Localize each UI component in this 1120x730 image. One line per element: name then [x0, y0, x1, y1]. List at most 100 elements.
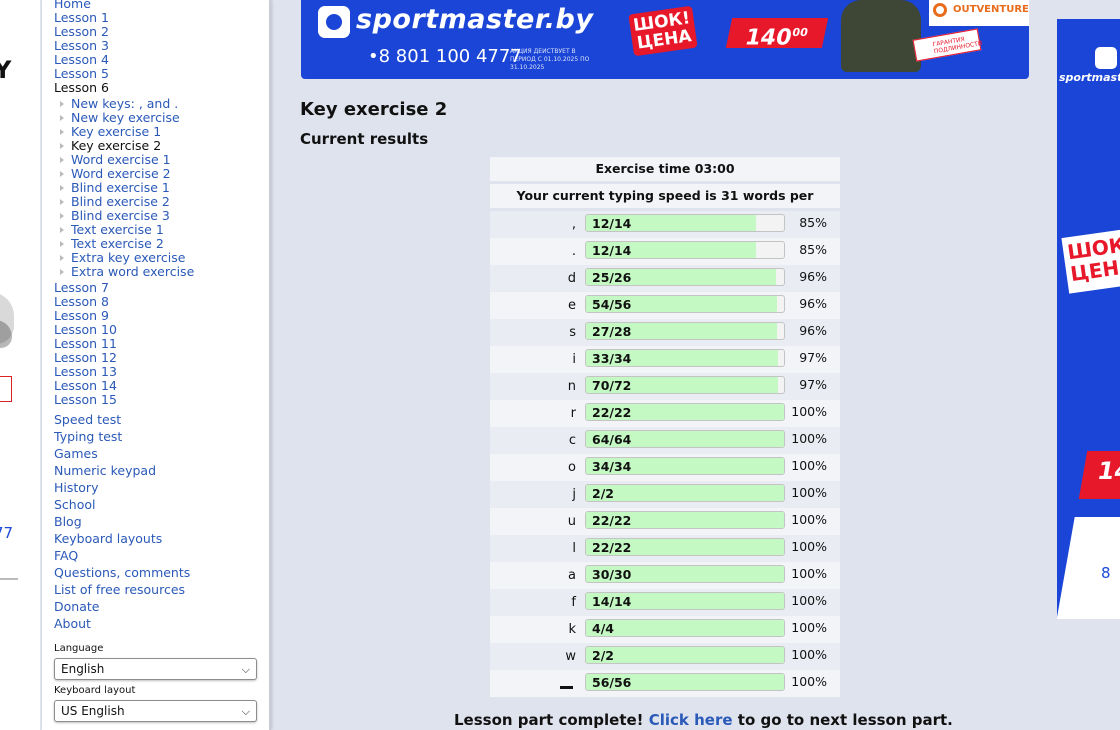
lesson-part-item[interactable]: Text exercise 1 [54, 223, 194, 237]
lesson-part-item[interactable]: Extra word exercise [54, 265, 194, 279]
language-select[interactable]: English ⌵ [54, 658, 257, 680]
sidebar-links: Speed test Typing test Games Numeric keypad… [54, 411, 190, 632]
sidebar-item-lesson-link[interactable]: Lesson 13 [54, 364, 117, 379]
sidebar-item-page[interactable]: History [54, 479, 190, 496]
lesson-part-item[interactable]: Extra key exercise [54, 251, 194, 265]
sidebar-item-lesson-link[interactable]: Lesson 15 [54, 392, 117, 407]
sidebar-item-lesson-link[interactable]: Lesson 10 [54, 322, 117, 337]
sidebar-item-page-link[interactable]: Games [54, 446, 98, 461]
sidebar-item-page-link[interactable]: School [54, 497, 96, 512]
sidebar-item-page-link[interactable]: About [54, 616, 91, 631]
lesson-part-item[interactable]: Blind exercise 1 [54, 181, 194, 195]
keyboard-layout-select[interactable]: US English ⌵ [54, 700, 257, 722]
row-percent: 100% [791, 404, 827, 419]
sidebar-item-page-link[interactable]: FAQ [54, 548, 78, 563]
sidebar-item-page-link[interactable]: Questions, comments [54, 565, 190, 580]
sidebar-item-page[interactable]: Speed test [54, 411, 190, 428]
sidebar-item-lesson[interactable]: Lesson 13 [54, 365, 194, 379]
lesson-part-label[interactable]: Blind exercise 1 [71, 180, 170, 195]
lesson-part-item[interactable]: Word exercise 1 [54, 153, 194, 167]
sidebar-item-page[interactable]: Blog [54, 513, 190, 530]
sidebar-item-lesson[interactable]: Lesson 5 [54, 67, 194, 81]
sidebar-item-page-link[interactable]: Blog [54, 514, 82, 529]
sidebar-item-lesson[interactable]: Lesson 3 [54, 39, 194, 53]
lesson-part-item[interactable]: Blind exercise 3 [54, 209, 194, 223]
sidebar-item-lesson-link[interactable]: Lesson 4 [54, 52, 109, 67]
lesson-part-label[interactable]: Text exercise 2 [71, 236, 164, 251]
lesson-part-item[interactable]: Text exercise 2 [54, 237, 194, 251]
sidebar-item-lesson[interactable]: Lesson 8 [54, 295, 194, 309]
row-key: , [571, 217, 576, 232]
sidebar-subnav: New keys: , and . New key exercise Key exe… [54, 97, 194, 279]
lesson-part-label[interactable]: Word exercise 1 [71, 152, 171, 167]
sidebar-item-lesson[interactable]: Lesson 15 [54, 393, 194, 407]
sidebar-item-page-link[interactable]: History [54, 480, 98, 495]
sidebar-item-lesson-link[interactable]: Lesson 9 [54, 308, 109, 323]
sidebar-item-lesson-link[interactable]: Lesson 14 [54, 378, 117, 393]
sidebar-item-page[interactable]: Games [54, 445, 190, 462]
sidebar-item-lesson-link[interactable]: Lesson 11 [54, 336, 117, 351]
sidebar-item-lesson[interactable]: Lesson 9 [54, 309, 194, 323]
sidebar-item-lesson[interactable]: Lesson 10 [54, 323, 194, 337]
lesson-part-label[interactable]: Extra word exercise [71, 264, 194, 279]
sidebar-item-page-link[interactable]: Speed test [54, 412, 121, 427]
next-lesson-link[interactable]: Click here [649, 711, 733, 729]
accuracy-bar: 30/30 [585, 565, 785, 583]
accuracy-bar: 12/14 [585, 241, 785, 259]
lesson-part-label[interactable]: Blind exercise 2 [71, 194, 170, 209]
lesson-part-label[interactable]: Key exercise 1 [71, 124, 161, 139]
sidebar-item-lesson[interactable]: Lesson 4 [54, 53, 194, 67]
lesson-part-label[interactable]: Blind exercise 3 [71, 208, 170, 223]
sidebar-item-page[interactable]: Donate [54, 598, 190, 615]
lesson-part-item[interactable]: Blind exercise 2 [54, 195, 194, 209]
sidebar-item-page-link[interactable]: List of free resources [54, 582, 185, 597]
sidebar-item-page[interactable]: Typing test [54, 428, 190, 445]
sidebar-item-page-link[interactable]: Keyboard layouts [54, 531, 162, 546]
sidebar-item-lesson[interactable]: Lesson 12 [54, 351, 194, 365]
sidebar-item-lesson-link[interactable]: Lesson 2 [54, 24, 109, 39]
sidebar-item-lesson[interactable]: Lesson 7 [54, 281, 194, 295]
top-ad-banner[interactable]: sportmaster.by •8 801 100 4777 АКЦИЯ ДЕЙ… [301, 0, 1029, 79]
sidebar-item-page[interactable]: Numeric keypad [54, 462, 190, 479]
sidebar-item-page[interactable]: Questions, comments [54, 564, 190, 581]
sidebar-item-lesson[interactable]: Lesson 14 [54, 379, 194, 393]
result-row: d 25/26 96% [490, 265, 840, 292]
row-key: o [568, 460, 576, 475]
result-row: n 70/72 97% [490, 373, 840, 400]
sidebar-item-lesson[interactable]: Lesson 1 [54, 11, 194, 25]
sidebar-item-page[interactable]: Keyboard layouts [54, 530, 190, 547]
lesson-part-item[interactable]: Key exercise 1 [54, 125, 194, 139]
sidebar-item-lesson-link[interactable]: Lesson 8 [54, 294, 109, 309]
lesson-part-label[interactable]: Extra key exercise [71, 250, 185, 265]
sidebar-item-lesson[interactable]: Lesson 11 [54, 337, 194, 351]
row-percent: 100% [791, 458, 827, 473]
sidebar-item-lesson-link[interactable]: Lesson 1 [54, 10, 109, 25]
row-percent: 85% [799, 215, 827, 230]
row-count: 2/2 [592, 486, 614, 501]
sidebar-item-page-link[interactable]: Numeric keypad [54, 463, 156, 478]
row-percent: 100% [791, 647, 827, 662]
lesson-part-label[interactable]: New key exercise [71, 110, 180, 125]
row-key: r [570, 406, 576, 421]
sidebar-item-lesson-link[interactable]: Lesson 3 [54, 38, 109, 53]
sidebar-item-page[interactable]: FAQ [54, 547, 190, 564]
lesson-part-label[interactable]: Word exercise 2 [71, 166, 171, 181]
sidebar-item-page-link[interactable]: Typing test [54, 429, 122, 444]
lesson-part-item[interactable]: New keys: , and . [54, 97, 194, 111]
row-key: f [571, 595, 576, 610]
sidebar-item-page[interactable]: School [54, 496, 190, 513]
lesson-part-label[interactable]: Text exercise 1 [71, 222, 164, 237]
sidebar-item-page[interactable]: List of free resources [54, 581, 190, 598]
lesson-part-label[interactable]: New keys: , and . [71, 96, 178, 111]
sidebar-item-page-link[interactable]: Donate [54, 599, 99, 614]
sidebar-item-lesson-link[interactable]: Lesson 7 [54, 280, 109, 295]
left-ad[interactable]: Y 77 [0, 0, 40, 730]
sidebar-item-lesson[interactable]: Lesson 2 [54, 25, 194, 39]
sidebar-item-lesson-link[interactable]: Lesson 5 [54, 66, 109, 81]
right-ad-price: 14 [1078, 451, 1120, 499]
lesson-part-item[interactable]: New key exercise [54, 111, 194, 125]
sidebar-item-page[interactable]: About [54, 615, 190, 632]
lesson-part-item[interactable]: Word exercise 2 [54, 167, 194, 181]
sidebar-item-lesson-link[interactable]: Lesson 12 [54, 350, 117, 365]
right-ad-banner[interactable]: sportmaster.by ШОК ЦЕН 14 8 [1057, 19, 1120, 619]
